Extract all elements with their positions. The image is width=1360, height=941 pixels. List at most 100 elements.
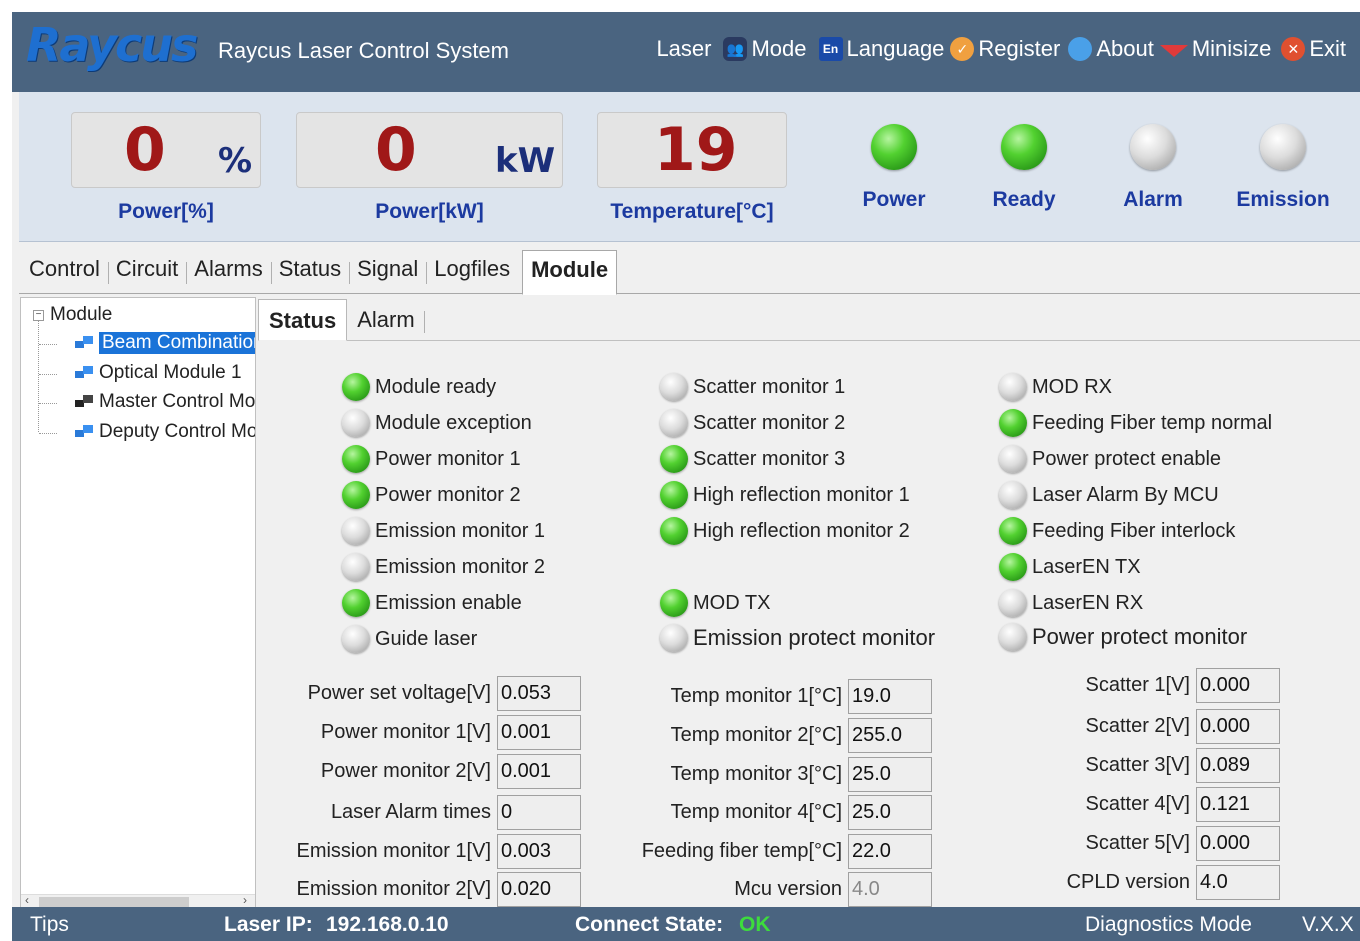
tab-control[interactable]: Control [21,250,108,293]
field-label: Scatter 5[V] [1085,832,1191,854]
en-language-icon: En [818,37,843,61]
scroll-right-icon[interactable]: › [243,893,247,907]
power-monitor-1-input[interactable] [497,715,581,750]
status-led [342,481,370,509]
scatter-2-input[interactable] [1196,709,1280,744]
field-label: Power monitor 2[V] [320,760,491,782]
power-percent-label: Power[%] [118,200,214,223]
menu-about-label: About [1096,36,1154,61]
menu-language[interactable]: En Language [818,36,945,62]
tree-item-deputy-control[interactable]: Deputy Control Module [39,421,255,443]
field-power-set-voltage: Power set voltage[V] [308,676,581,711]
feeding-fiber-temp-input[interactable] [848,834,932,869]
gauge-panel: 0 % Power[%] 0 kW Power[kW] 19 Temperatu… [19,92,1360,242]
subtab-status[interactable]: Status [258,299,348,341]
scroll-left-icon[interactable]: ‹ [25,893,29,907]
tab-alarms[interactable]: Alarms [186,250,270,293]
temp-monitor-4-input[interactable] [848,795,932,830]
scatter-4-input[interactable] [1196,787,1280,822]
flag-label: High reflection monitor 1 [693,483,910,506]
cpld-version-input[interactable] [1196,865,1280,900]
flag-emission-enable: Emission enable [342,589,522,617]
scatter-1-input[interactable] [1196,668,1280,703]
ready-indicator-label: Ready [992,188,1056,211]
tree-item-label: Beam Combination Module [99,332,255,354]
menu-register[interactable]: ✓ Register [950,36,1060,62]
flag-label: High reflection monitor 2 [693,519,910,542]
tree-horizontal-scrollbar[interactable]: ‹ › [21,893,255,908]
tab-signal[interactable]: Signal [349,250,426,293]
app-window: Raycus Raycus Laser Control System Laser… [12,12,1360,941]
flag-mod-rx: MOD RX [999,373,1112,401]
status-led [999,623,1027,651]
field-power-monitor-2: Power monitor 2[V] [321,754,581,789]
power-percent-unit: % [218,141,253,181]
flag-label: MOD RX [1032,375,1112,398]
field-label: Laser Alarm times [330,801,491,823]
field-label: Power monitor 1[V] [320,721,491,743]
tab-module[interactable]: Module [522,250,618,295]
tree-item-beam-combination[interactable]: Beam Combination Module [39,332,255,354]
tree-root-label: Module [50,304,113,325]
emission-monitor-1-input[interactable] [497,834,581,869]
power-monitor-2-input[interactable] [497,754,581,789]
title-bar: Raycus Raycus Laser Control System Laser… [12,12,1360,92]
tree-item-label: Master Control Module [99,391,256,412]
field-emission-monitor-1: Emission monitor 1[V] [296,834,581,869]
module-node-icon [75,366,95,380]
temp-monitor-1-input[interactable] [848,679,932,714]
field-label: Feeding fiber temp[°C] [641,840,842,862]
status-led [342,409,370,437]
power-indicator-led [871,124,917,170]
menu-about[interactable]: About [1068,36,1154,62]
status-led [660,409,688,437]
flag-emission-monitor-1: Emission monitor 1 [342,517,545,545]
scatter-3-input[interactable] [1196,748,1280,783]
power-kw-gauge: 0 kW [296,112,563,188]
flag-emission-protect: Emission protect monitor [660,624,935,652]
temp-monitor-3-input[interactable] [848,757,932,792]
field-scatter-4: Scatter 4[V] [1086,787,1280,822]
scrollbar-thumb[interactable] [39,897,189,907]
tab-circuit[interactable]: Circuit [107,250,186,293]
field-scatter-5: Scatter 5[V] [1085,826,1280,861]
connect-state-value: OK [739,913,771,936]
field-temp-monitor-1: Temp monitor 1[°C] [671,679,932,714]
temp-monitor-2-input[interactable] [848,718,932,753]
menu-minisize[interactable]: Minisize [1159,36,1271,62]
tree-item-optical-module-1[interactable]: Optical Module 1 [39,362,242,384]
tree-root[interactable]: − Module [33,304,112,326]
field-feeding-fiber-temp: Feeding fiber temp[°C] [642,834,932,869]
menu-laser[interactable]: Laser [656,36,711,62]
field-label: Temp monitor 2[°C] [670,724,842,746]
module-node-icon [75,336,95,350]
menu-language-label: Language [846,36,945,61]
status-led [660,481,688,509]
power-set-voltage-input[interactable] [497,676,581,711]
collapse-icon[interactable]: − [33,309,44,321]
menu-mode[interactable]: 👥 Mode [723,36,807,62]
field-label: Temp monitor 1[°C] [670,685,842,707]
field-laser-alarm-times: Laser Alarm times [331,795,581,830]
tab-status[interactable]: Status [270,250,349,293]
flag-label: LaserEN RX [1032,591,1144,614]
laser-alarm-times-input[interactable] [497,795,581,830]
flag-scatter-monitor-2: Scatter monitor 2 [660,409,845,437]
tab-logfiles[interactable]: Logfiles [426,250,518,293]
flag-label: Module ready [375,375,497,398]
menu-exit[interactable]: ✕ Exit [1281,36,1346,62]
top-menu: Laser 👥 Mode En Language ✓ Register Abou… [656,36,1346,62]
power-kw-unit: kW [495,141,556,181]
mcu-version-input[interactable] [848,872,932,907]
emission-indicator-led [1260,124,1306,170]
app-title: Raycus Laser Control System [218,38,509,63]
info-globe-icon [1068,37,1093,61]
subtab-alarm[interactable]: Alarm [347,299,426,340]
tips-label[interactable]: Tips [30,913,69,937]
scatter-5-input[interactable] [1196,826,1280,861]
flag-laseren-rx: LaserEN RX [999,589,1143,617]
emission-monitor-2-input[interactable] [497,872,581,907]
flag-label: Power monitor 1 [375,447,521,470]
module-tree: − Module Beam Combination Module Optical… [20,297,256,909]
tree-item-master-control[interactable]: Master Control Module [39,391,256,413]
